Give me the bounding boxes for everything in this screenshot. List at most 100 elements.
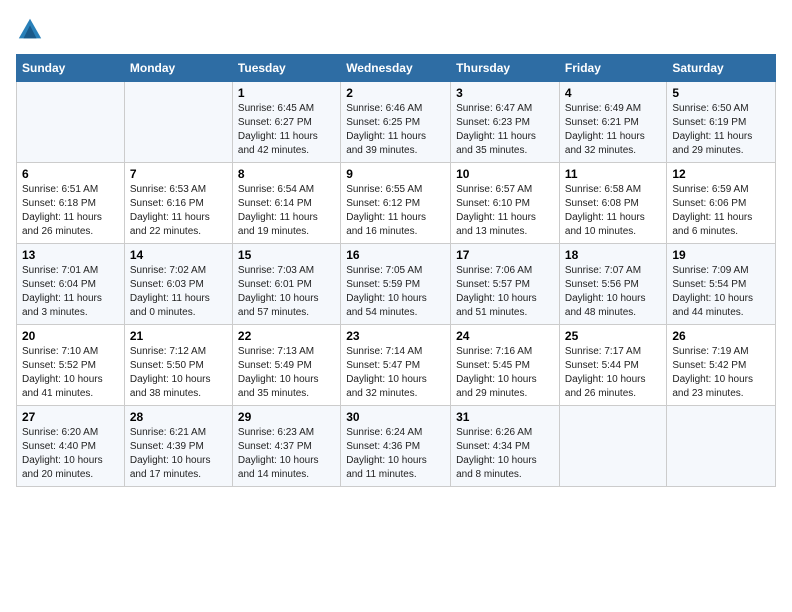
calendar-cell [17, 82, 125, 163]
day-number: 31 [456, 410, 554, 424]
day-info: Sunrise: 6:59 AM Sunset: 6:06 PM Dayligh… [672, 183, 770, 239]
day-number: 19 [672, 248, 770, 262]
day-info: Sunrise: 6:23 AM Sunset: 4:37 PM Dayligh… [238, 426, 335, 482]
day-number: 22 [238, 329, 335, 343]
day-number: 20 [22, 329, 119, 343]
calendar-cell: 10Sunrise: 6:57 AM Sunset: 6:10 PM Dayli… [451, 163, 560, 244]
calendar-cell: 28 Sunrise: 6:21 AM Sunset: 4:39 PM Dayli… [124, 406, 232, 487]
day-info: Sunrise: 6:50 AM Sunset: 6:19 PM Dayligh… [672, 102, 770, 158]
day-info: Sunrise: 7:02 AM Sunset: 6:03 PM Dayligh… [130, 264, 227, 320]
day-info: Sunrise: 7:16 AM Sunset: 5:45 PM Dayligh… [456, 345, 554, 401]
weekday-header-cell: Wednesday [341, 55, 451, 82]
calendar-week-row: 20 Sunrise: 7:10 AM Sunset: 5:52 PM Dayli… [17, 325, 776, 406]
day-number: 3 [456, 86, 554, 100]
calendar-cell: 19Sunrise: 7:09 AM Sunset: 5:54 PM Dayli… [667, 244, 776, 325]
calendar-table: SundayMondayTuesdayWednesdayThursdayFrid… [16, 54, 776, 487]
day-number: 2 [346, 86, 445, 100]
day-number: 15 [238, 248, 335, 262]
weekday-header-cell: Saturday [667, 55, 776, 82]
day-info: Sunrise: 6:55 AM Sunset: 6:12 PM Dayligh… [346, 183, 445, 239]
calendar-cell: 17Sunrise: 7:06 AM Sunset: 5:57 PM Dayli… [451, 244, 560, 325]
calendar-cell: 18 Sunrise: 7:07 AM Sunset: 5:56 PM Dayli… [559, 244, 666, 325]
logo [16, 16, 48, 44]
calendar-cell [124, 82, 232, 163]
calendar-cell: 12 Sunrise: 6:59 AM Sunset: 6:06 PM Dayli… [667, 163, 776, 244]
day-number: 12 [672, 167, 770, 181]
calendar-cell [667, 406, 776, 487]
day-number: 24 [456, 329, 554, 343]
weekday-header-cell: Tuesday [232, 55, 340, 82]
day-info: Sunrise: 6:53 AM Sunset: 6:16 PM Dayligh… [130, 183, 227, 239]
calendar-cell: 11 Sunrise: 6:58 AM Sunset: 6:08 PM Dayli… [559, 163, 666, 244]
calendar-cell: 30 Sunrise: 6:24 AM Sunset: 4:36 PM Dayli… [341, 406, 451, 487]
calendar-cell: 14Sunrise: 7:02 AM Sunset: 6:03 PM Dayli… [124, 244, 232, 325]
day-info: Sunrise: 6:58 AM Sunset: 6:08 PM Dayligh… [565, 183, 661, 239]
day-number: 23 [346, 329, 445, 343]
day-number: 18 [565, 248, 661, 262]
day-number: 30 [346, 410, 445, 424]
day-info: Sunrise: 7:06 AM Sunset: 5:57 PM Dayligh… [456, 264, 554, 320]
day-info: Sunrise: 7:05 AM Sunset: 5:59 PM Dayligh… [346, 264, 445, 320]
calendar-week-row: 27 Sunrise: 6:20 AM Sunset: 4:40 PM Dayli… [17, 406, 776, 487]
day-info: Sunrise: 6:49 AM Sunset: 6:21 PM Dayligh… [565, 102, 661, 158]
day-info: Sunrise: 7:01 AM Sunset: 6:04 PM Dayligh… [22, 264, 119, 320]
calendar-week-row: 6 Sunrise: 6:51 AM Sunset: 6:18 PM Daylig… [17, 163, 776, 244]
calendar-cell: 15 Sunrise: 7:03 AM Sunset: 6:01 PM Dayli… [232, 244, 340, 325]
calendar-cell: 2 Sunrise: 6:46 AM Sunset: 6:25 PM Daylig… [341, 82, 451, 163]
calendar-cell: 7 Sunrise: 6:53 AM Sunset: 6:16 PM Daylig… [124, 163, 232, 244]
day-number: 28 [130, 410, 227, 424]
calendar-cell: 4 Sunrise: 6:49 AM Sunset: 6:21 PM Daylig… [559, 82, 666, 163]
day-info: Sunrise: 6:51 AM Sunset: 6:18 PM Dayligh… [22, 183, 119, 239]
day-info: Sunrise: 6:45 AM Sunset: 6:27 PM Dayligh… [238, 102, 335, 158]
day-number: 4 [565, 86, 661, 100]
day-number: 11 [565, 167, 661, 181]
calendar-week-row: 13Sunrise: 7:01 AM Sunset: 6:04 PM Dayli… [17, 244, 776, 325]
calendar-cell: 31 Sunrise: 6:26 AM Sunset: 4:34 PM Dayli… [451, 406, 560, 487]
day-info: Sunrise: 6:24 AM Sunset: 4:36 PM Dayligh… [346, 426, 445, 482]
day-info: Sunrise: 7:13 AM Sunset: 5:49 PM Dayligh… [238, 345, 335, 401]
day-info: Sunrise: 6:57 AM Sunset: 6:10 PM Dayligh… [456, 183, 554, 239]
day-number: 29 [238, 410, 335, 424]
day-info: Sunrise: 6:21 AM Sunset: 4:39 PM Dayligh… [130, 426, 227, 482]
day-number: 16 [346, 248, 445, 262]
calendar-cell: 8 Sunrise: 6:54 AM Sunset: 6:14 PM Daylig… [232, 163, 340, 244]
calendar-cell: 1Sunrise: 6:45 AM Sunset: 6:27 PM Daylig… [232, 82, 340, 163]
calendar-cell: 22 Sunrise: 7:13 AM Sunset: 5:49 PM Dayli… [232, 325, 340, 406]
weekday-header-row: SundayMondayTuesdayWednesdayThursdayFrid… [17, 55, 776, 82]
day-info: Sunrise: 6:54 AM Sunset: 6:14 PM Dayligh… [238, 183, 335, 239]
calendar-cell: 9Sunrise: 6:55 AM Sunset: 6:12 PM Daylig… [341, 163, 451, 244]
calendar-cell: 23 Sunrise: 7:14 AM Sunset: 5:47 PM Dayli… [341, 325, 451, 406]
day-info: Sunrise: 7:03 AM Sunset: 6:01 PM Dayligh… [238, 264, 335, 320]
day-info: Sunrise: 6:26 AM Sunset: 4:34 PM Dayligh… [456, 426, 554, 482]
calendar-cell: 25 Sunrise: 7:17 AM Sunset: 5:44 PM Dayli… [559, 325, 666, 406]
day-number: 8 [238, 167, 335, 181]
day-info: Sunrise: 7:14 AM Sunset: 5:47 PM Dayligh… [346, 345, 445, 401]
day-info: Sunrise: 7:17 AM Sunset: 5:44 PM Dayligh… [565, 345, 661, 401]
weekday-header-cell: Thursday [451, 55, 560, 82]
day-info: Sunrise: 6:46 AM Sunset: 6:25 PM Dayligh… [346, 102, 445, 158]
calendar-week-row: 1Sunrise: 6:45 AM Sunset: 6:27 PM Daylig… [17, 82, 776, 163]
day-info: Sunrise: 7:07 AM Sunset: 5:56 PM Dayligh… [565, 264, 661, 320]
calendar-cell: 26Sunrise: 7:19 AM Sunset: 5:42 PM Dayli… [667, 325, 776, 406]
day-info: Sunrise: 7:19 AM Sunset: 5:42 PM Dayligh… [672, 345, 770, 401]
weekday-header-cell: Sunday [17, 55, 125, 82]
day-number: 21 [130, 329, 227, 343]
day-info: Sunrise: 6:47 AM Sunset: 6:23 PM Dayligh… [456, 102, 554, 158]
calendar-cell: 5 Sunrise: 6:50 AM Sunset: 6:19 PM Daylig… [667, 82, 776, 163]
calendar-cell: 24 Sunrise: 7:16 AM Sunset: 5:45 PM Dayli… [451, 325, 560, 406]
calendar-cell: 29 Sunrise: 6:23 AM Sunset: 4:37 PM Dayli… [232, 406, 340, 487]
calendar-cell: 6 Sunrise: 6:51 AM Sunset: 6:18 PM Daylig… [17, 163, 125, 244]
calendar-cell: 20 Sunrise: 7:10 AM Sunset: 5:52 PM Dayli… [17, 325, 125, 406]
logo-icon [16, 16, 44, 44]
calendar-cell: 27 Sunrise: 6:20 AM Sunset: 4:40 PM Dayli… [17, 406, 125, 487]
day-number: 25 [565, 329, 661, 343]
day-number: 5 [672, 86, 770, 100]
day-number: 7 [130, 167, 227, 181]
day-number: 6 [22, 167, 119, 181]
day-info: Sunrise: 7:10 AM Sunset: 5:52 PM Dayligh… [22, 345, 119, 401]
day-info: Sunrise: 6:20 AM Sunset: 4:40 PM Dayligh… [22, 426, 119, 482]
day-number: 27 [22, 410, 119, 424]
page-header [16, 16, 776, 44]
calendar-cell: 21Sunrise: 7:12 AM Sunset: 5:50 PM Dayli… [124, 325, 232, 406]
calendar-cell: 13Sunrise: 7:01 AM Sunset: 6:04 PM Dayli… [17, 244, 125, 325]
